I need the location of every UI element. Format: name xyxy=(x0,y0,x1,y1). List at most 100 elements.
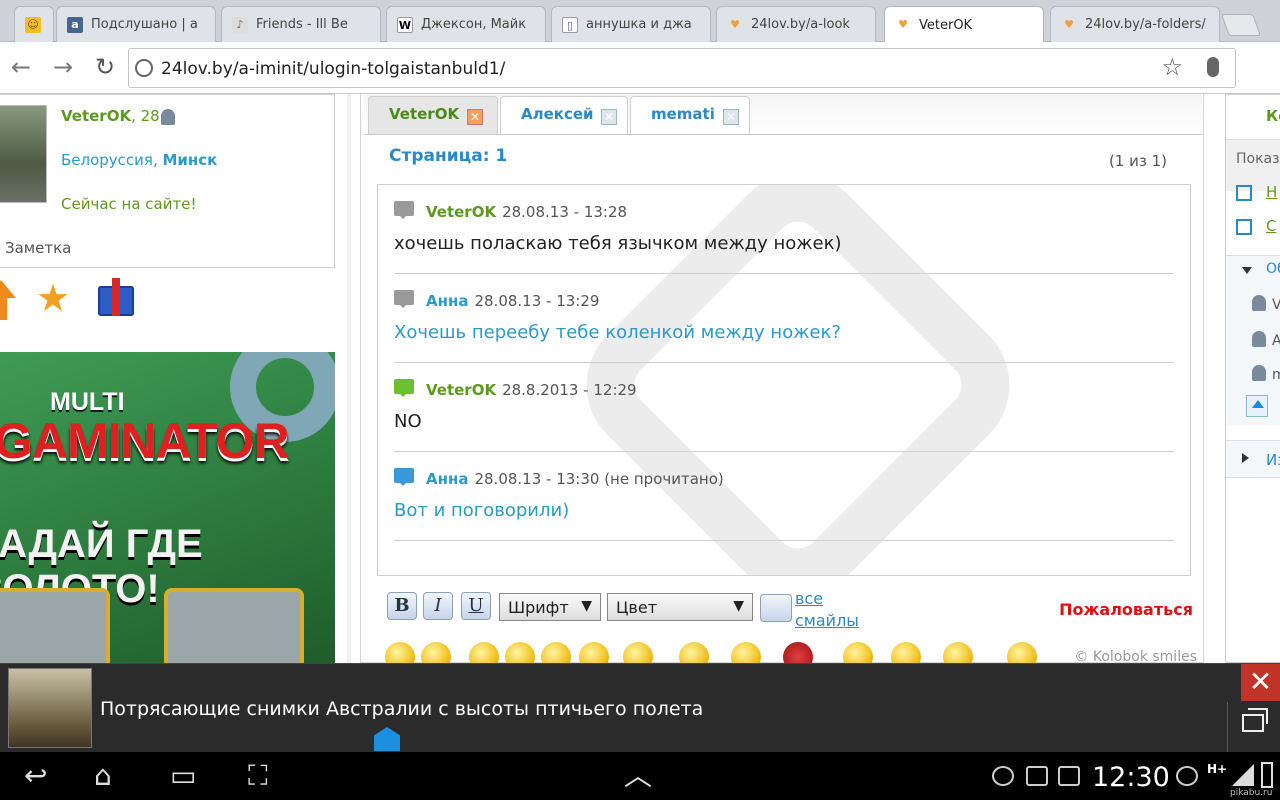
close-icon[interactable]: ✕ xyxy=(723,109,739,125)
browser-tab[interactable]: a Подслушано | а xyxy=(56,6,216,42)
all-smiles-link[interactable]: все смайлы xyxy=(795,588,859,632)
smiley-icon[interactable] xyxy=(469,642,499,663)
message-author[interactable]: Анна xyxy=(426,292,468,310)
filter-checkbox[interactable] xyxy=(1236,185,1252,201)
all-smiles-word2[interactable]: смайлы xyxy=(795,611,859,630)
smiley-icon[interactable] xyxy=(731,642,761,663)
home-icon[interactable]: ⌂ xyxy=(94,762,112,790)
star-icon[interactable]: ★ xyxy=(36,278,70,318)
message-item: Анна 28.08.13 - 13:29 Хочешь переебу тебе… xyxy=(394,274,1174,363)
ad-banner[interactable]: MULTI GAMINATOR ГАДАЙ ГДЕ ЗОЛОТО! xyxy=(0,352,335,663)
message-author[interactable]: Анна xyxy=(426,470,468,488)
chat-tab[interactable]: Алексей ✕ xyxy=(500,96,628,134)
screenshot-icon[interactable]: ⛶ xyxy=(248,762,268,790)
arrow-up-icon[interactable] xyxy=(0,280,16,320)
browser-tab[interactable]: ♥ 24lov.by/a-look xyxy=(716,6,876,42)
reload-icon[interactable]: ↻ xyxy=(90,52,120,82)
browser-tab[interactable]: ▯ аннушка и джа xyxy=(551,6,711,42)
back-nav-icon[interactable]: ↩ xyxy=(24,762,47,790)
tab-favicon: a xyxy=(67,16,83,33)
color-select[interactable]: Цвет ▼ xyxy=(607,593,753,621)
note-link[interactable]: Заметка xyxy=(5,239,71,257)
user-icon xyxy=(161,109,175,125)
message-date: 28.08.13 - 13:28 xyxy=(502,203,628,221)
profile-username[interactable]: VeterOK xyxy=(61,107,131,125)
smiley-icon[interactable] xyxy=(541,642,571,663)
all-smiles-word1[interactable]: все xyxy=(795,589,823,608)
address-bar[interactable]: 24lov.by/a-iminit/ulogin-tolgaistanbuld1… xyxy=(128,48,1236,88)
tab-title: Подслушано | а xyxy=(91,17,198,32)
close-icon[interactable]: ✕ xyxy=(1241,664,1280,701)
smiley-icon[interactable] xyxy=(623,642,653,663)
smiley-icon[interactable] xyxy=(505,642,535,663)
smiley-icon[interactable] xyxy=(421,642,451,663)
contact-name[interactable]: V xyxy=(1272,297,1280,313)
chat-tabs: VeterOK ✕ Алексей ✕ memati ✕ xyxy=(364,94,1202,135)
system-navigation-bar: ↩ ⌂ ▭ ⛶ ︿ 12:30 H+ pikabu.ru xyxy=(0,752,1280,800)
tab-favicon: ♥ xyxy=(898,18,908,31)
back-icon[interactable]: ← xyxy=(6,52,36,82)
font-select[interactable]: Шрифт ▼ xyxy=(499,593,601,621)
tab-favicon: W xyxy=(397,16,413,33)
safe-graphic xyxy=(0,588,110,663)
underline-button[interactable]: U xyxy=(461,592,491,620)
profile-country: Белоруссия, xyxy=(61,151,163,169)
divider xyxy=(347,94,351,663)
smiley-icon[interactable] xyxy=(891,642,921,663)
chat-tab[interactable]: memati ✕ xyxy=(630,96,750,134)
url-text[interactable]: 24lov.by/a-iminit/ulogin-tolgaistanbuld1… xyxy=(161,59,505,79)
microphone-icon[interactable] xyxy=(1207,57,1219,77)
browser-tab-active[interactable]: ♥ VeterOK xyxy=(884,6,1044,43)
page-title: Страница: 1 xyxy=(389,146,508,166)
bookmark-star-icon[interactable]: ☆ xyxy=(1161,53,1183,81)
contacts-panel: Ко Показ Н С Об V А m Из xyxy=(1225,94,1280,663)
collapsed-group-label[interactable]: Из xyxy=(1266,451,1280,469)
contact-name[interactable]: А xyxy=(1272,333,1280,349)
smiley-icon[interactable] xyxy=(783,642,813,663)
page-content: VeterOK, 28 Белоруссия, Минск Сейчас на … xyxy=(0,94,1280,663)
browser-tab[interactable]: ☺ xyxy=(14,6,54,42)
smiley-icon[interactable] xyxy=(385,642,415,663)
chat-tab-label: VeterOK xyxy=(389,105,460,123)
check-icon xyxy=(992,766,1014,786)
new-tab-button[interactable] xyxy=(1220,14,1262,36)
message-text: NO xyxy=(394,411,422,432)
notification-banner[interactable]: Потрясающие снимки Австралии с высоты пт… xyxy=(0,663,1280,753)
upload-icon[interactable] xyxy=(1246,395,1268,417)
expand-right-icon[interactable] xyxy=(1242,453,1254,463)
browser-tab[interactable]: ♪ Friends - Ill Be xyxy=(221,6,381,42)
contact-name[interactable]: m xyxy=(1272,367,1280,383)
smiley-icon[interactable] xyxy=(943,642,973,663)
message-author[interactable]: VeterOK xyxy=(426,381,496,399)
user-icon xyxy=(1252,365,1266,381)
dropdown-arrow-icon: ▼ xyxy=(581,598,592,614)
filter-option[interactable]: С xyxy=(1266,217,1276,235)
avatar[interactable] xyxy=(0,105,47,203)
filter-option[interactable]: Н xyxy=(1266,183,1277,201)
profile-name[interactable]: VeterOK, 28 xyxy=(61,107,160,125)
gift-icon[interactable] xyxy=(98,278,134,316)
smiles-icon[interactable] xyxy=(760,594,792,622)
close-icon[interactable]: ✕ xyxy=(601,109,617,125)
message-author[interactable]: VeterOK xyxy=(426,203,496,221)
forward-icon[interactable]: → xyxy=(48,52,78,82)
group-label[interactable]: Об xyxy=(1266,261,1280,277)
chevron-up-icon[interactable]: ︿ xyxy=(624,762,652,790)
window-switch-icon[interactable] xyxy=(1227,702,1280,753)
complain-link[interactable]: Пожаловаться xyxy=(1059,600,1193,619)
recent-apps-icon[interactable]: ▭ xyxy=(170,762,196,790)
expand-down-icon[interactable] xyxy=(1242,267,1252,279)
filter-checkbox[interactable] xyxy=(1236,219,1252,235)
smiley-icon[interactable] xyxy=(679,642,709,663)
bold-button[interactable]: B xyxy=(387,592,417,620)
smiley-icon[interactable] xyxy=(843,642,873,663)
italic-button[interactable]: I xyxy=(423,592,453,620)
chat-tab[interactable]: VeterOK ✕ xyxy=(368,96,498,134)
notification-text[interactable]: Потрясающие снимки Австралии с высоты пт… xyxy=(100,698,703,720)
tab-favicon: ♪ xyxy=(232,16,248,33)
browser-tab[interactable]: ♥ 24lov.by/a-folders/ xyxy=(1050,6,1220,42)
smiley-icon[interactable] xyxy=(579,642,609,663)
browser-tab[interactable]: W Джексон, Майк xyxy=(386,6,546,42)
smiley-icon[interactable] xyxy=(1007,642,1037,663)
close-icon[interactable]: ✕ xyxy=(467,109,483,125)
